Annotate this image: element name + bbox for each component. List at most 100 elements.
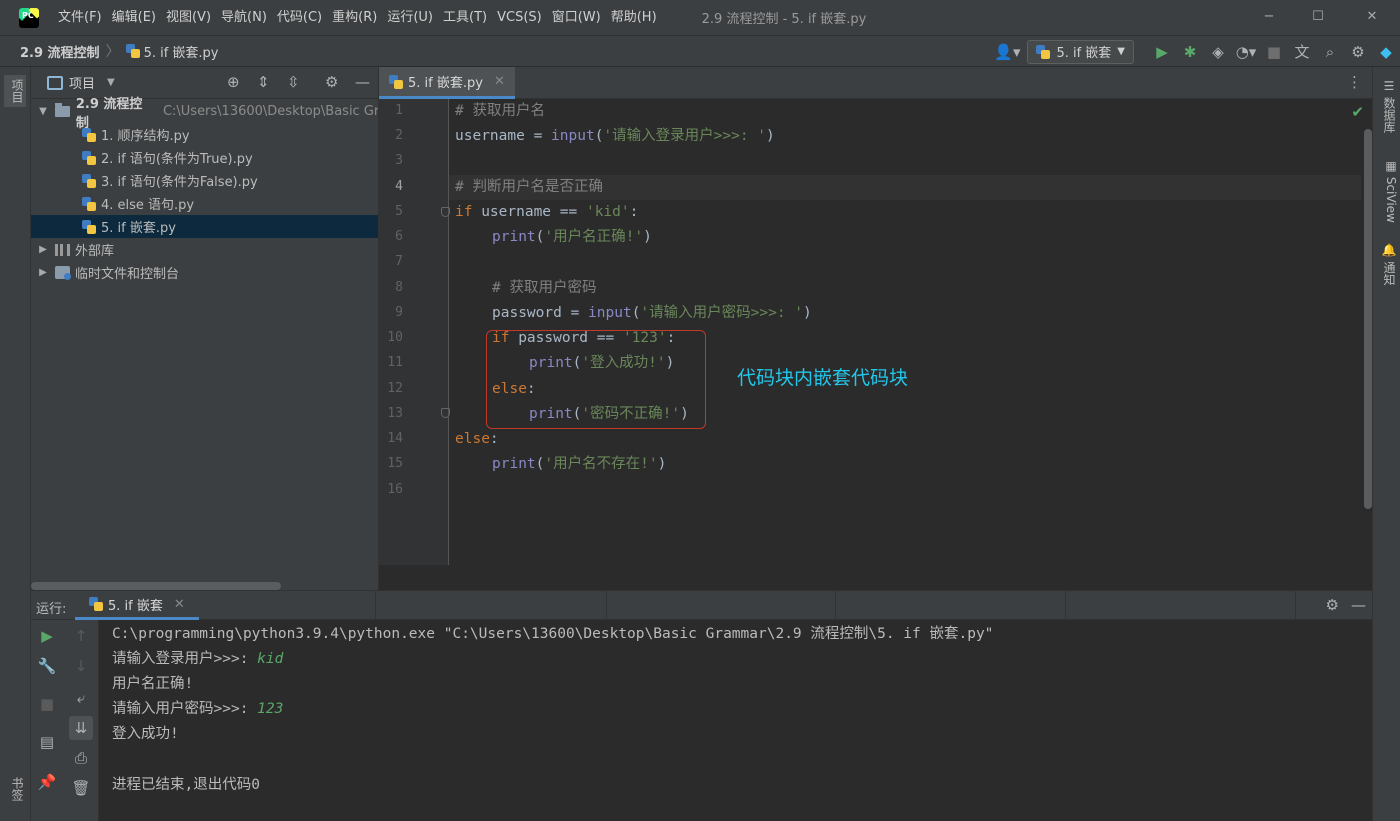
layout-icon[interactable]: ▤ <box>35 730 59 754</box>
tree-file-item[interactable]: 1. 顺序结构.py <box>31 123 378 146</box>
search-icon[interactable]: ⌕ <box>1316 43 1344 61</box>
settings-icon[interactable]: ⚙ <box>325 73 338 91</box>
console-user-input: 123 <box>257 701 284 717</box>
tree-file-item[interactable]: 2. if 语句(条件为True).py <box>31 146 378 169</box>
code-editor[interactable]: # 获取用户名 username = input('请输入登录用户>>>: ')… <box>441 99 1372 565</box>
tree-external-libraries[interactable]: ▶ 外部库 <box>31 238 378 261</box>
tree-scratches[interactable]: ▶ 临时文件和控制台 <box>31 261 378 284</box>
breadcrumb-file[interactable]: 5. if 嵌套.py <box>144 42 219 61</box>
print-icon[interactable]: ⎙ <box>69 746 93 770</box>
scratches-label: 临时文件和控制台 <box>75 267 180 282</box>
settings-icon[interactable]: ⚙ <box>1344 43 1372 61</box>
arrow-up-icon[interactable]: ↑ <box>69 624 93 648</box>
settings-icon[interactable]: ⚙ <box>1326 596 1339 614</box>
chevron-down-icon[interactable]: ▼ <box>107 77 115 88</box>
menu-window[interactable]: 窗口(W) <box>547 0 606 35</box>
fold-marker-icon[interactable] <box>441 207 450 217</box>
menu-run[interactable]: 运行(U) <box>382 0 438 35</box>
menu-file[interactable]: 文件(F) <box>53 0 107 35</box>
menu-navigate[interactable]: 导航(N) <box>216 0 272 35</box>
hide-icon[interactable]: — <box>355 73 370 91</box>
close-tab-icon[interactable]: ✕ <box>174 597 185 612</box>
coverage-icon[interactable]: ◈ <box>1204 43 1232 61</box>
console-exit-message: 进程已结束,退出代码0 <box>112 777 260 793</box>
tree-file-item[interactable]: 3. if 语句(条件为False).py <box>31 169 378 192</box>
chevron-right-icon[interactable]: ▶ <box>37 244 49 255</box>
run-icon[interactable]: ▶ <box>1148 43 1176 61</box>
tree-root-folder[interactable]: ▼ 2.9 流程控制 C:\Users\13600\Desktop\Basic … <box>31 97 378 131</box>
wrench-icon[interactable]: 🔧 <box>35 654 59 678</box>
hide-icon[interactable]: — <box>1351 596 1366 614</box>
user-icon[interactable]: 👤▾ <box>987 43 1027 61</box>
menu-vcs[interactable]: VCS(S) <box>492 0 547 35</box>
python-file-icon <box>82 150 96 165</box>
console-line: 登入成功! <box>112 726 179 742</box>
line-number: 2 <box>395 128 403 143</box>
project-panel-title[interactable]: 项目 <box>69 73 95 92</box>
menu-edit[interactable]: 编辑(E) <box>107 0 161 35</box>
trash-icon[interactable]: 🗑 <box>69 776 93 800</box>
chevron-right-icon[interactable]: ▶ <box>37 267 49 278</box>
menu-view[interactable]: 视图(V) <box>161 0 216 35</box>
translate-icon[interactable]: 文 <box>1288 41 1316 62</box>
tab-sciview-vertical[interactable]: ▦ SciView <box>1376 159 1398 223</box>
console-line: 用户名正确! <box>112 676 194 692</box>
breadcrumb-project[interactable]: 2.9 流程控制 <box>20 42 100 61</box>
collapse-all-icon[interactable]: ⇳ <box>287 73 300 91</box>
code-text: username = <box>455 128 552 144</box>
tab-database-vertical[interactable]: ☰ 数据库 <box>1376 79 1398 133</box>
expand-all-icon[interactable]: ⇕ <box>257 73 270 91</box>
stop-icon[interactable]: ■ <box>1260 43 1288 61</box>
scroll-to-end-icon[interactable]: ⇊ <box>69 716 93 740</box>
chevron-down-icon[interactable]: ▼ <box>37 106 49 117</box>
menu-help[interactable]: 帮助(H) <box>606 0 662 35</box>
menu-tools[interactable]: 工具(T) <box>438 0 492 35</box>
code-line-15: print('用户名不存在!') <box>492 456 667 472</box>
rerun-icon[interactable]: ▶ <box>35 624 59 648</box>
line-number: 16 <box>387 482 403 497</box>
run-panel-label: 运行: <box>36 602 67 617</box>
pycharm-logo-icon[interactable]: PC <box>19 7 39 28</box>
run-tab-active[interactable]: 5. if 嵌套 ✕ <box>75 591 199 620</box>
minimize-button[interactable]: − <box>1246 0 1292 35</box>
line-number: 9 <box>395 305 403 320</box>
tab-bookmarks-vertical[interactable]: 书签 <box>4 777 26 801</box>
fold-marker-icon[interactable] <box>441 408 450 418</box>
more-options-icon[interactable]: ⋮ <box>1347 73 1362 91</box>
tree-file-item-selected[interactable]: 5. if 嵌套.py <box>31 215 378 238</box>
tab-notifications-label: 通知 <box>1382 261 1396 286</box>
editor-tab-active[interactable]: 5. if 嵌套.py ✕ <box>379 67 515 99</box>
maximize-button[interactable]: ☐ <box>1295 0 1341 35</box>
debug-icon[interactable]: ✱ <box>1176 43 1204 61</box>
code-line-1: # 获取用户名 <box>455 99 545 124</box>
code-builtin: input <box>588 305 632 321</box>
profile-icon[interactable]: ◔▾ <box>1232 43 1260 61</box>
code-string: '用户名正确!' <box>544 229 644 245</box>
run-panel-header: 运行: 5. if 嵌套 ✕ ⚙ — <box>31 590 1372 620</box>
inspection-ok-icon[interactable]: ✔ <box>1351 103 1364 121</box>
run-config-selector[interactable]: 5. if 嵌套 ▼ <box>1027 39 1134 64</box>
locate-icon[interactable]: ⊕ <box>227 73 240 91</box>
run-console[interactable]: C:\programming\python3.9.4\python.exe "C… <box>99 620 1372 821</box>
root-folder-path: C:\Users\13600\Desktop\Basic Gr <box>162 104 378 119</box>
code-comment: # 判断用户名是否正确 <box>455 179 603 195</box>
right-tool-strip: ☰ 数据库 ▦ SciView 🔔 通知 <box>1372 67 1400 821</box>
soft-wrap-icon[interactable]: ⤶ <box>69 686 93 710</box>
python-file-icon <box>125 44 140 58</box>
code-text: ) <box>766 128 775 144</box>
horizontal-scrollbar[interactable] <box>31 582 281 590</box>
pin-icon[interactable]: 📌 <box>35 770 59 794</box>
arrow-down-icon[interactable]: ↓ <box>69 654 93 678</box>
close-tab-icon[interactable]: ✕ <box>494 74 505 89</box>
tree-file-item[interactable]: 4. else 语句.py <box>31 192 378 215</box>
tab-notifications-vertical[interactable]: 🔔 通知 <box>1376 243 1398 285</box>
close-button[interactable]: ✕ <box>1349 0 1395 35</box>
code-line-14: else: <box>455 431 499 447</box>
vertical-scrollbar[interactable] <box>1364 129 1372 509</box>
menu-code[interactable]: 代码(C) <box>272 0 327 35</box>
menu-refactor[interactable]: 重构(R) <box>327 0 382 35</box>
tab-project-vertical[interactable]: 项目 <box>4 75 26 107</box>
stop-icon[interactable]: ■ <box>35 692 59 716</box>
jetbrains-icon[interactable]: ◆ <box>1372 43 1400 61</box>
divider <box>606 591 607 620</box>
